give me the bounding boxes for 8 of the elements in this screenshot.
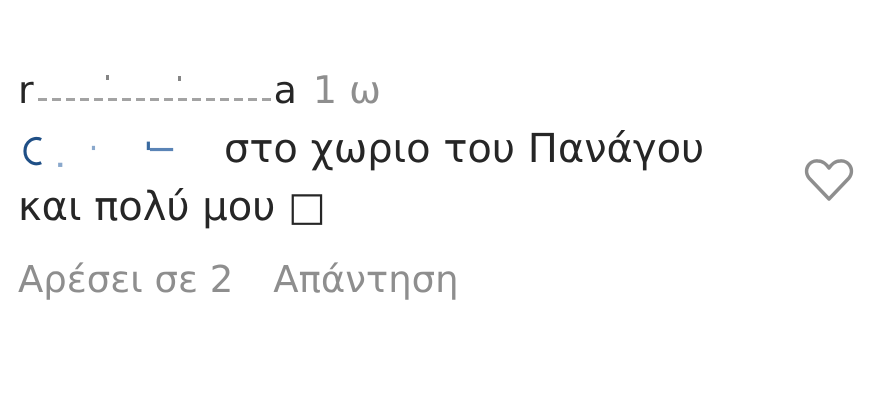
username-text[interactable]: r [18, 66, 34, 114]
comment-text: στο χωριο του Πανάγου [224, 125, 704, 174]
heart-icon[interactable] [804, 158, 854, 202]
comment-time[interactable]: 1 ω [312, 66, 381, 114]
likes-count-button[interactable]: Αρέσει σε 2 [18, 258, 234, 301]
reply-button[interactable]: Απάντηση [273, 258, 459, 301]
comment-text: και πολύ μου □ [18, 183, 326, 232]
username-text[interactable]: a [274, 66, 297, 114]
